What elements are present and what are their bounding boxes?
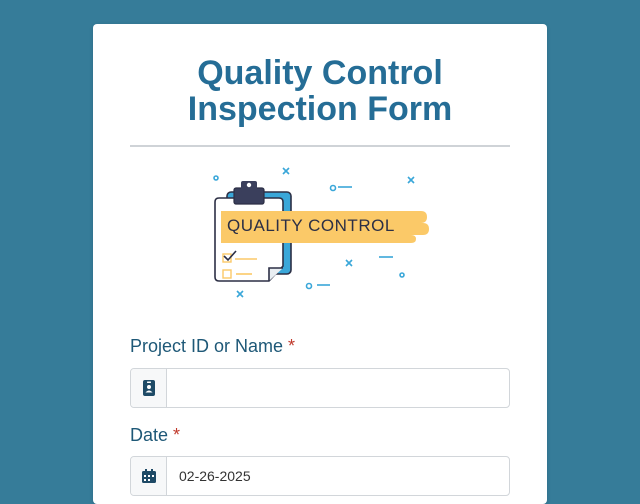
required-marker: * xyxy=(288,336,296,356)
required-marker: * xyxy=(173,425,181,445)
calendar-icon xyxy=(141,469,156,483)
date-field[interactable] xyxy=(130,456,510,496)
title-divider xyxy=(130,145,510,147)
quality-control-illustration: QUALITY CONTROL xyxy=(213,167,429,298)
form-title: Quality Control Inspection Form xyxy=(93,55,547,127)
banner-text: QUALITY CONTROL xyxy=(227,216,395,235)
project-id-input[interactable] xyxy=(167,369,509,407)
date-addon xyxy=(131,457,167,495)
date-label: Date * xyxy=(130,425,180,445)
id-badge-icon xyxy=(142,380,155,396)
project-id-addon xyxy=(131,369,167,407)
form-card: Quality Control Inspection Form QUALITY … xyxy=(93,24,547,504)
date-label-text: Date xyxy=(130,425,169,445)
form-title-line1: Quality Control xyxy=(197,54,443,92)
project-id-label-text: Project ID or Name xyxy=(130,336,284,356)
project-id-field[interactable] xyxy=(130,368,510,408)
form-title-line2: Inspection Form xyxy=(187,90,453,128)
project-id-label: Project ID or Name * xyxy=(130,336,295,356)
date-input[interactable] xyxy=(167,457,509,495)
